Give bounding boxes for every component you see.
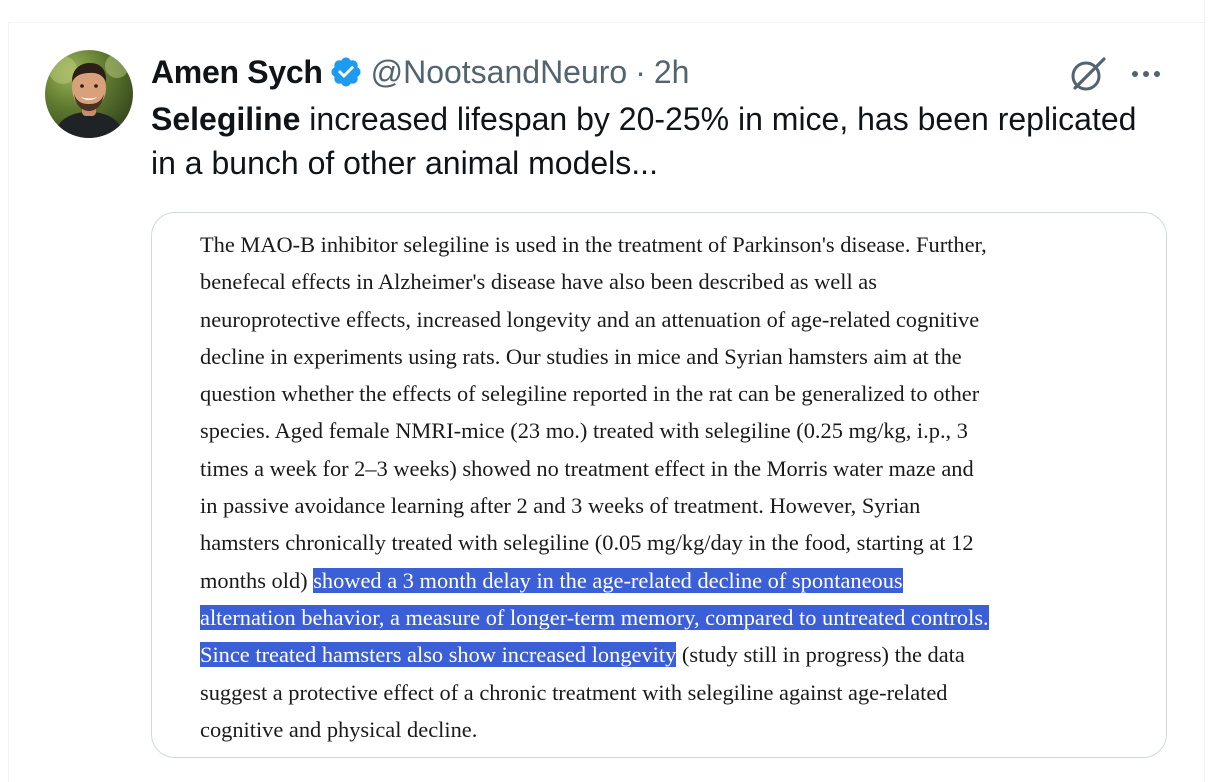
left-divider [8, 22, 9, 782]
abstract-line-highlighted: months old) showed a 3 month delay in th… [200, 567, 903, 593]
more-options-icon[interactable] [1126, 64, 1166, 84]
abstract-line-highlighted: Since treated hamsters also show increas… [200, 642, 965, 668]
right-divider [1204, 0, 1205, 782]
header-separator: · [635, 53, 646, 90]
avatar[interactable] [45, 50, 133, 138]
abstract-line: cognitive and physical decline. [200, 716, 478, 742]
verified-badge-icon [331, 57, 361, 87]
grok-icon[interactable] [1066, 52, 1110, 96]
tweet-text-bold: Selegiline [151, 101, 301, 137]
abstract-line: decline in experiments using rats. Our s… [200, 343, 962, 369]
abstract-line: in passive avoidance learning after 2 an… [200, 493, 921, 519]
tweet-text: Selegiline increased lifespan by 20-25% … [151, 97, 1151, 185]
author-handle[interactable]: @NootsandNeuro [371, 54, 628, 91]
abstract-line-highlighted: alternation behavior, a measure of longe… [200, 604, 989, 630]
abstract-line: suggest a protective effect of a chronic… [200, 679, 948, 705]
author-name[interactable]: Amen Sych [151, 54, 323, 91]
abstract-line: The MAO-B inhibitor selegiline is used i… [200, 232, 987, 257]
abstract-line: question whether the effects of selegili… [200, 381, 980, 407]
abstract-line: hamsters chronically treated with selegi… [200, 530, 974, 556]
abstract-screenshot: The MAO-B inhibitor selegiline is used i… [200, 226, 1160, 748]
abstract-line: neuroprotective effects, increased longe… [200, 306, 980, 332]
abstract-line: species. Aged female NMRI-mice (23 mo.) … [200, 418, 968, 444]
post-time[interactable]: 2h [654, 54, 690, 91]
abstract-line: benefecal effects in Alzheimer's disease… [200, 269, 877, 295]
profile-photo-icon [49, 54, 129, 138]
abstract-line: times a week for 2–3 weeks) showed no tr… [200, 455, 974, 481]
top-divider [8, 22, 1204, 23]
tweet-header: Amen Sych @NootsandNeuro · 2h [151, 52, 689, 92]
